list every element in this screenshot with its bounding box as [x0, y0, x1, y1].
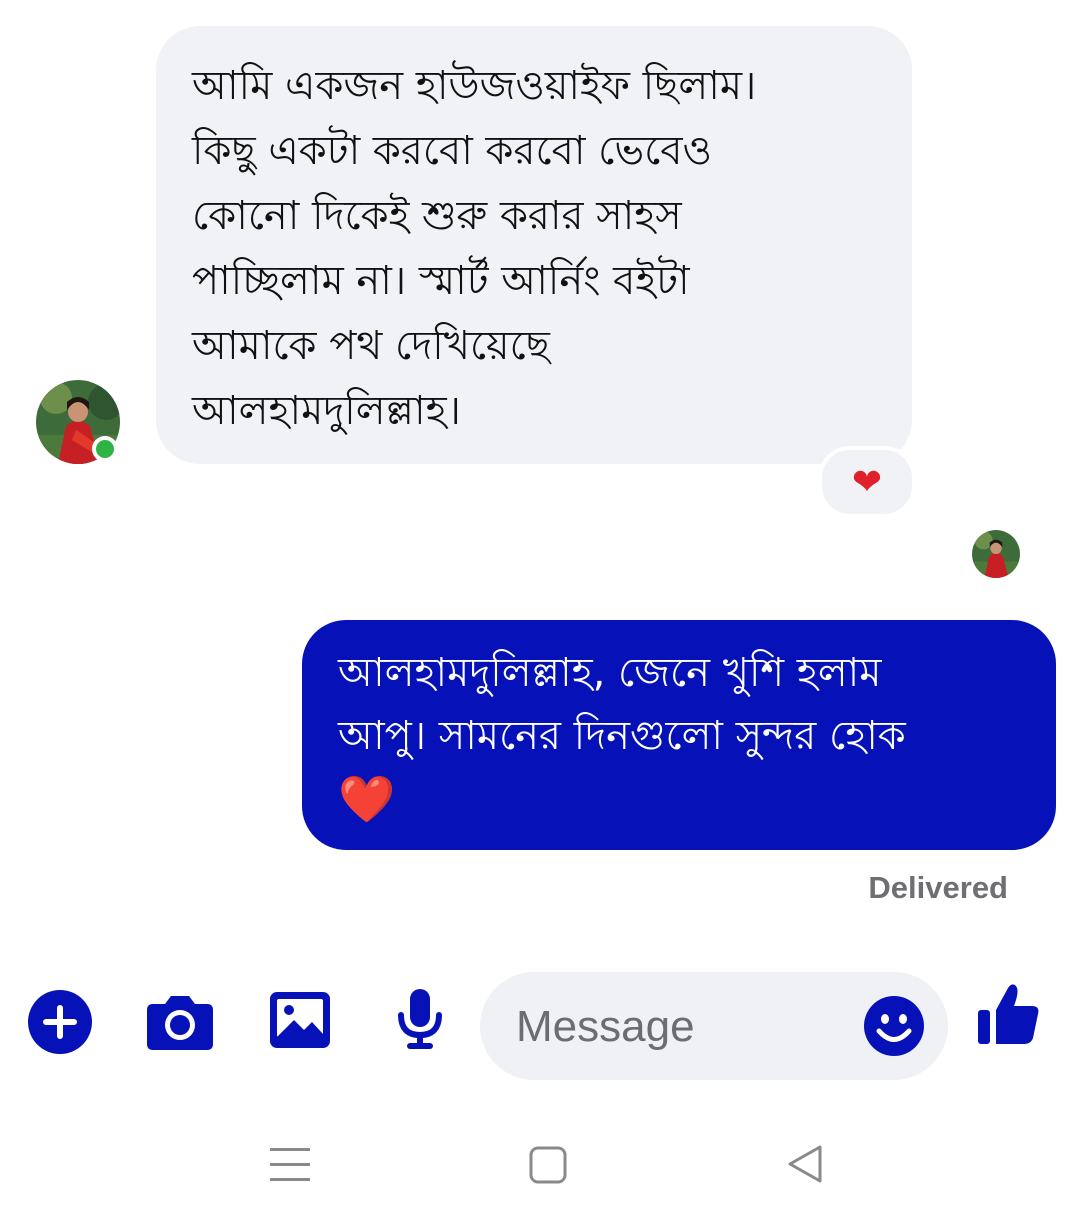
- message-input[interactable]: [514, 996, 848, 1058]
- message-line: পাচ্ছিলাম না। স্মার্ট আর্নিং বইটা: [192, 258, 690, 304]
- heart-reaction-badge[interactable]: ❤: [818, 446, 916, 518]
- online-status-indicator: [92, 436, 118, 462]
- microphone-icon[interactable]: [397, 989, 443, 1055]
- thumbs-up-icon[interactable]: [978, 982, 1040, 1050]
- seen-by-avatar: [972, 530, 1020, 578]
- home-icon[interactable]: [529, 1146, 567, 1188]
- message-line: আমি একজন হাউজওয়াইফ ছিলাম।: [192, 63, 757, 109]
- delivery-status: Delivered: [868, 870, 1008, 905]
- message-line: আলহামদুলিল্লাহ।: [192, 388, 461, 434]
- emoji-icon[interactable]: [864, 996, 924, 1060]
- message-line: আমাকে পথ দেখিয়েছে: [192, 323, 550, 369]
- outgoing-message-bubble[interactable]: আলহামদুলিল্লাহ, জেনে খুশি হলাম আপু। সামন…: [302, 620, 1056, 850]
- message-line: আপু। সামনের দিনগুলো সুন্দর হোক: [338, 713, 906, 759]
- heart-icon: ❤: [851, 461, 883, 503]
- message-line: কিছু একটা করবো করবো ভেবেও: [192, 128, 712, 174]
- back-icon[interactable]: [786, 1144, 824, 1188]
- menu-icon[interactable]: [270, 1146, 310, 1186]
- camera-icon[interactable]: [147, 992, 213, 1054]
- message-line: কোনো দিকেই শুরু করার সাহস: [192, 193, 682, 239]
- plus-icon[interactable]: [28, 990, 92, 1058]
- image-icon[interactable]: [270, 992, 330, 1052]
- heart-emoji: ❤️: [338, 772, 396, 826]
- message-input-container[interactable]: [480, 972, 948, 1080]
- incoming-message-bubble[interactable]: আমি একজন হাউজওয়াইফ ছিলাম। কিছু একটা করব…: [156, 26, 912, 464]
- message-line: আলহামদুলিল্লাহ, জেনে খুশি হলাম: [338, 650, 882, 696]
